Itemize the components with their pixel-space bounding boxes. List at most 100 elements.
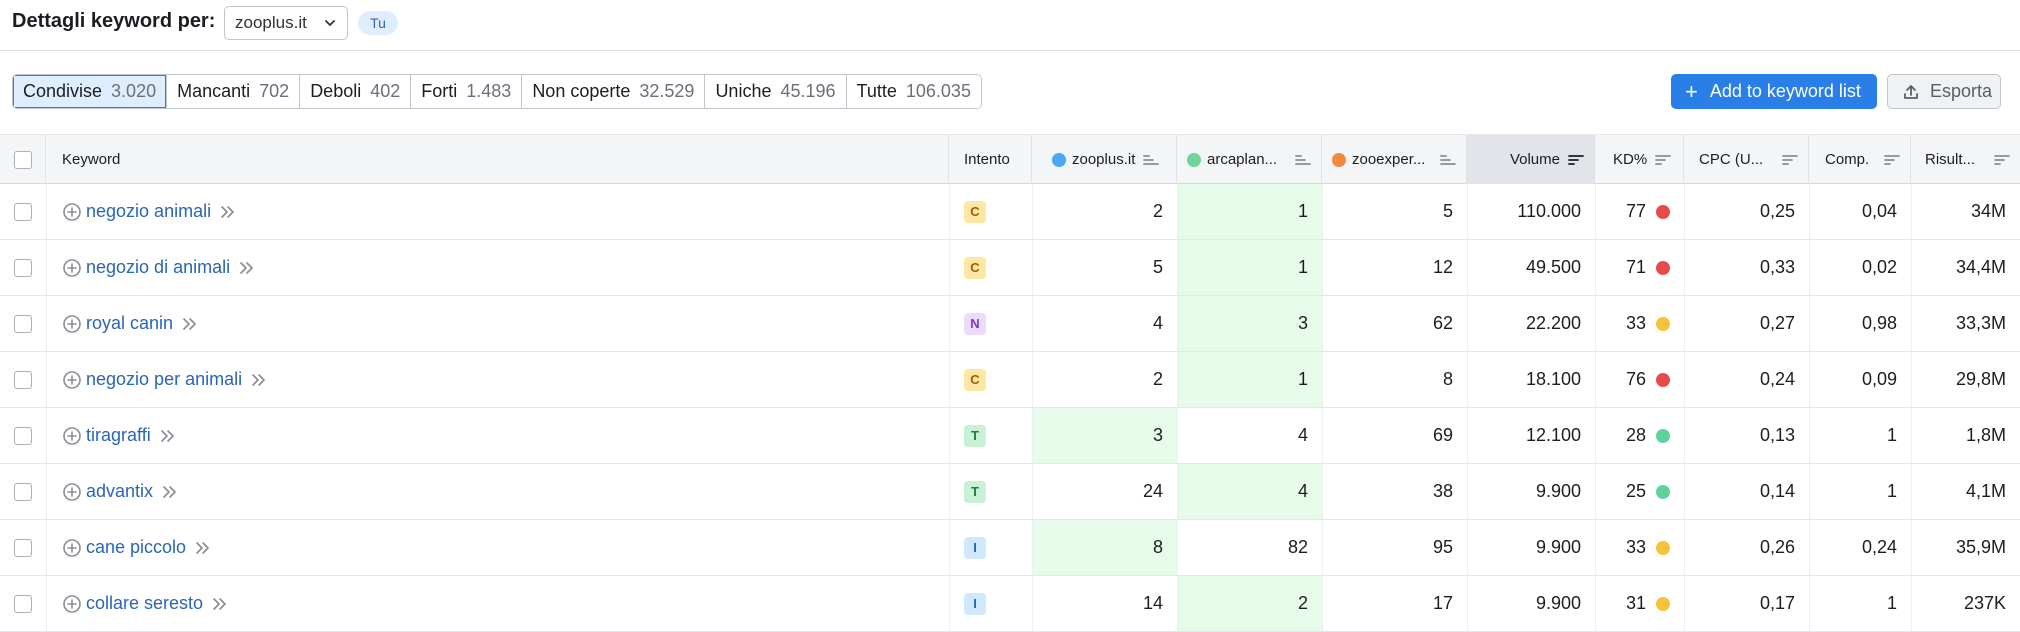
filter-tab-uniche[interactable]: Uniche 45.196 — [705, 75, 847, 108]
position-cell-d3: 62 — [1432, 313, 1453, 333]
row-checkbox[interactable] — [14, 594, 32, 613]
row-checkbox[interactable] — [14, 426, 32, 445]
plus-icon: + — [1685, 78, 1698, 104]
filter-tab-non-coperte[interactable]: Non coperte 32.529 — [522, 75, 706, 108]
col-comp[interactable]: Comp. — [1809, 135, 1911, 184]
keyword-cell: royal canin — [46, 296, 949, 351]
row-checkbox[interactable] — [14, 370, 32, 389]
row-checkbox[interactable] — [14, 314, 32, 333]
select-all-checkbox[interactable] — [13, 150, 32, 169]
domain-1-color-dot — [1052, 152, 1066, 167]
table-body: negozio animali C 2 1 5 110.000 77 0,25 0,04 34M n… — [0, 184, 2020, 632]
add-circle-icon[interactable] — [62, 314, 82, 334]
col-cpc[interactable]: CPC (U... — [1684, 135, 1809, 184]
position-cell-d2: 3 — [1177, 296, 1322, 351]
keyword-link[interactable]: tiragraffi — [86, 425, 151, 446]
col-kd[interactable]: KD% — [1595, 135, 1684, 184]
col-volume[interactable]: Volume — [1467, 135, 1595, 184]
comp-cell: 0,98 — [1861, 313, 1897, 333]
column-divider — [1467, 352, 1468, 407]
column-divider — [1032, 408, 1033, 463]
position-cell-d3: 69 — [1432, 425, 1453, 445]
keyword-link[interactable]: negozio animali — [86, 201, 211, 222]
double-chevron-right-icon[interactable] — [219, 205, 237, 219]
col-keyword[interactable]: Keyword — [46, 135, 949, 184]
column-divider — [1322, 464, 1323, 519]
kd-difficulty-dot — [1656, 204, 1670, 219]
add-circle-icon[interactable] — [62, 370, 82, 390]
double-chevron-right-icon[interactable] — [194, 541, 212, 555]
filter-tab-label: Non coperte — [532, 81, 631, 101]
keyword-link[interactable]: advantix — [86, 481, 153, 502]
col-domain-3[interactable]: zooexper... — [1322, 135, 1467, 184]
row-checkbox[interactable] — [14, 538, 32, 557]
filter-tab-condivise[interactable]: Condivise 3.020 — [13, 75, 168, 108]
results-cell: 4,1M — [1965, 481, 2006, 501]
filter-tab-mancanti[interactable]: Mancanti 702 — [167, 75, 301, 108]
filter-tab-count: 1.483 — [466, 81, 512, 101]
double-chevron-right-icon[interactable] — [181, 317, 199, 331]
double-chevron-right-icon[interactable] — [161, 485, 179, 499]
export-button[interactable]: Esporta — [1887, 74, 2001, 109]
column-divider — [949, 352, 950, 407]
column-divider — [1322, 352, 1323, 407]
double-chevron-right-icon[interactable] — [238, 261, 256, 275]
column-divider — [1032, 576, 1033, 631]
intent-badge: T — [964, 480, 986, 503]
keyword-link[interactable]: royal canin — [86, 313, 173, 334]
col-domain-3-label: zooexper... — [1352, 151, 1426, 168]
col-intent[interactable]: Intento — [949, 135, 1032, 184]
column-divider — [1911, 520, 1912, 575]
add-circle-icon[interactable] — [62, 594, 82, 614]
row-checkbox[interactable] — [14, 258, 32, 277]
kd-difficulty-dot — [1656, 316, 1670, 331]
double-chevron-right-icon[interactable] — [250, 373, 268, 387]
column-divider — [46, 240, 47, 295]
position-cell-d3: 38 — [1432, 481, 1453, 501]
column-divider — [46, 296, 47, 351]
double-chevron-right-icon[interactable] — [211, 597, 229, 611]
kd-difficulty-dot — [1656, 428, 1670, 443]
row-checkbox[interactable] — [14, 202, 32, 221]
kd-value: 76 — [1625, 369, 1646, 389]
double-chevron-right-icon[interactable] — [159, 429, 177, 443]
add-circle-icon[interactable] — [62, 482, 82, 502]
filter-tab-deboli[interactable]: Deboli 402 — [300, 75, 412, 108]
col-domain-1[interactable]: zooplus.it — [1032, 135, 1177, 184]
column-divider — [1177, 184, 1178, 239]
domain-3-color-dot — [1332, 152, 1346, 167]
add-circle-icon[interactable] — [62, 426, 82, 446]
table-row: negozio per animali C 2 1 8 18.100 76 0,24 0,09 2… — [0, 352, 2020, 408]
kd-cell: 76 — [1595, 352, 1684, 407]
position-cell-d2: 4 — [1177, 464, 1322, 519]
column-divider — [1032, 520, 1033, 575]
sort-icon — [1994, 154, 2010, 165]
table-row: negozio di animali C 5 1 12 49.500 71 0,33 0,02 3… — [0, 240, 2020, 296]
add-to-keyword-list-button[interactable]: + Add to keyword list — [1671, 74, 1877, 109]
position-cell-d2: 1 — [1177, 240, 1322, 295]
comp-cell: 0,04 — [1861, 201, 1897, 221]
chevron-down-icon — [325, 20, 335, 26]
add-circle-icon[interactable] — [62, 202, 82, 222]
col-results[interactable]: Risult... — [1911, 135, 2020, 184]
cpc-cell: 0,14 — [1759, 481, 1795, 501]
column-divider — [1177, 240, 1178, 295]
keyword-link[interactable]: negozio di animali — [86, 257, 230, 278]
row-checkbox[interactable] — [14, 482, 32, 501]
results-cell: 237K — [1963, 593, 2006, 613]
keyword-link[interactable]: collare seresto — [86, 593, 203, 614]
domain-select[interactable]: zooplus.it — [224, 6, 348, 40]
add-circle-icon[interactable] — [62, 258, 82, 278]
intent-cell: T — [949, 464, 1032, 519]
export-icon — [1904, 84, 1918, 99]
filter-tab-forti[interactable]: Forti 1.483 — [411, 75, 523, 108]
filter-tab-tutte[interactable]: Tutte 106.035 — [846, 75, 981, 108]
cpc-cell: 0,24 — [1759, 369, 1795, 389]
keyword-link[interactable]: cane piccolo — [86, 537, 186, 558]
table-row: royal canin N 4 3 62 22.200 33 0,27 0,98 33,3M — [0, 296, 2020, 352]
keyword-link[interactable]: negozio per animali — [86, 369, 242, 390]
cpc-cell: 0,26 — [1759, 537, 1795, 557]
add-circle-icon[interactable] — [62, 538, 82, 558]
column-divider — [1595, 464, 1596, 519]
col-domain-2[interactable]: arcaplan... — [1177, 135, 1322, 184]
